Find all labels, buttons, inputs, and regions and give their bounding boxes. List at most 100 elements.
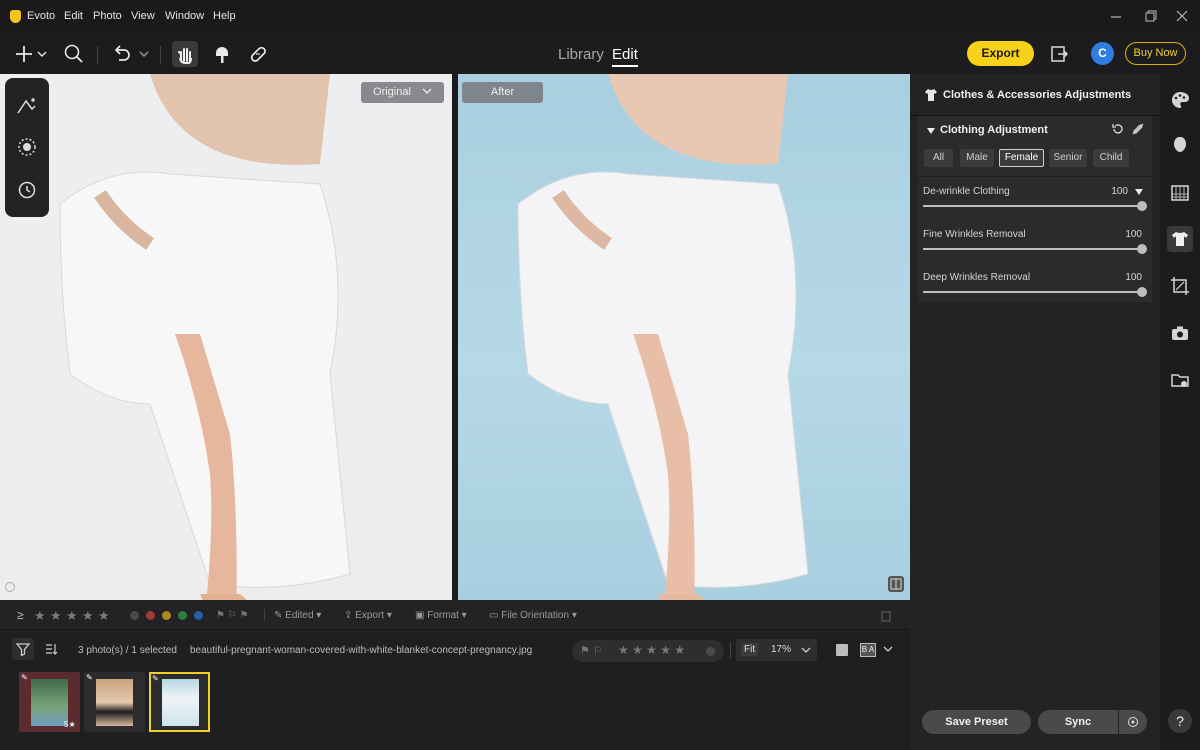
- clothes-icon[interactable]: [1167, 226, 1193, 252]
- slider-label-dewrinkle: De-wrinkle Clothing: [923, 186, 1010, 197]
- slider-track-dewrinkle[interactable]: [923, 205, 1143, 207]
- original-photo: Original: [0, 74, 452, 600]
- slider-knob-fine-wrinkles[interactable]: [1137, 244, 1147, 254]
- sync-button[interactable]: Sync: [1038, 710, 1118, 734]
- segment-male[interactable]: Male: [960, 149, 994, 167]
- save-preset-button[interactable]: Save Preset: [922, 710, 1031, 734]
- buy-now-button[interactable]: Buy Now: [1125, 42, 1186, 65]
- star-filter-4[interactable]: ★: [82, 608, 94, 624]
- after-photo: After: [458, 74, 910, 600]
- segment-all[interactable]: All: [924, 149, 953, 167]
- fit-button[interactable]: Fit: [741, 643, 759, 656]
- segment-female[interactable]: Female: [999, 149, 1044, 167]
- filter-divider: [264, 609, 265, 621]
- slider-track-deep-wrinkles[interactable]: [923, 291, 1143, 293]
- crop-icon[interactable]: [1169, 275, 1191, 297]
- avatar[interactable]: C: [1091, 42, 1114, 65]
- filmstrip-area: ≥ ★ ★ ★ ★ ★ ⚑ ⚐ ⚑ ✎ Edited ▾ ⇪ Export ▾ …: [0, 600, 910, 750]
- slider-knob-dewrinkle[interactable]: [1137, 201, 1147, 211]
- star-filter-3[interactable]: ★: [66, 608, 78, 624]
- search-icon[interactable]: [62, 42, 86, 66]
- tab-edit[interactable]: Edit: [612, 46, 638, 67]
- slider-value-deep-wrinkles[interactable]: 100: [1102, 272, 1142, 283]
- restore-icon[interactable]: [1142, 8, 1158, 24]
- star-filter-1[interactable]: ★: [34, 608, 46, 624]
- photo-canvas[interactable]: Original After: [0, 74, 910, 600]
- menu-view[interactable]: View: [131, 10, 155, 22]
- hand-tool-icon[interactable]: [172, 41, 198, 67]
- original-label[interactable]: Original: [361, 82, 444, 103]
- left-tool-panel: [5, 78, 49, 217]
- sync-settings-icon[interactable]: [1119, 710, 1147, 734]
- bandage-icon[interactable]: [246, 42, 270, 66]
- flag-icon[interactable]: ⚑ ⚐: [580, 644, 603, 657]
- file-orientation-filter[interactable]: ▭ File Orientation ▾: [489, 610, 577, 621]
- folder-view-icon[interactable]: [1169, 369, 1191, 391]
- export-button[interactable]: Export: [967, 41, 1034, 66]
- segment-child[interactable]: Child: [1093, 149, 1129, 167]
- scene-adjust-icon[interactable]: [15, 94, 39, 118]
- expand-triangle-icon[interactable]: [1134, 187, 1144, 199]
- menu-photo[interactable]: Photo: [93, 10, 122, 22]
- zoom-level[interactable]: 17%: [771, 644, 791, 655]
- sort-icon[interactable]: [44, 642, 58, 659]
- slider-value-fine-wrinkles[interactable]: 100: [1102, 229, 1142, 240]
- radial-mask-icon[interactable]: [15, 135, 39, 159]
- brush-tool-icon[interactable]: [210, 42, 234, 66]
- chevron-down-icon: [422, 88, 432, 94]
- background-icon[interactable]: [1169, 182, 1191, 204]
- disable-effect-icon[interactable]: [1131, 122, 1145, 139]
- view-mode-chevron-icon[interactable]: [882, 643, 894, 658]
- slider-track-fine-wrinkles[interactable]: [923, 248, 1143, 250]
- compare-view-icon[interactable]: [888, 576, 904, 592]
- thumbnail-2[interactable]: ✎: [84, 672, 145, 732]
- chevron-down-icon[interactable]: [35, 42, 49, 66]
- color-filter-red[interactable]: [146, 611, 155, 620]
- edited-filter[interactable]: ✎ Edited ▾: [274, 610, 321, 621]
- star-rating[interactable]: ★ ★ ★ ★ ★: [618, 643, 685, 657]
- color-label-dot[interactable]: [706, 647, 715, 656]
- single-view-icon[interactable]: [836, 644, 848, 656]
- filter-icon[interactable]: [12, 638, 34, 660]
- flag-filter-icon[interactable]: ⚑ ⚐ ⚑: [216, 610, 248, 621]
- title-bar: Evoto Edit Photo View Window Help: [0, 0, 1200, 34]
- minimize-icon[interactable]: [1108, 8, 1124, 24]
- face-icon[interactable]: [1169, 134, 1191, 156]
- slider-knob-deep-wrinkles[interactable]: [1137, 287, 1147, 297]
- star-filter-2[interactable]: ★: [50, 608, 62, 624]
- color-filter-none[interactable]: [130, 611, 139, 620]
- camera-icon[interactable]: [1169, 322, 1191, 344]
- menu-window[interactable]: Window: [165, 10, 204, 22]
- undo-icon[interactable]: [109, 42, 133, 66]
- trash-icon[interactable]: [880, 609, 892, 625]
- slider-value-dewrinkle[interactable]: 100: [1088, 186, 1128, 197]
- panel-header: Clothes & Accessories Adjustments: [910, 74, 1160, 116]
- export-filter[interactable]: ⇪ Export ▾: [344, 610, 392, 621]
- thumbnail-3-selected[interactable]: ✎: [149, 672, 210, 732]
- color-filter-green[interactable]: [178, 611, 187, 620]
- add-icon[interactable]: [12, 42, 36, 66]
- history-icon[interactable]: [15, 178, 39, 202]
- zoom-chevron-icon[interactable]: [800, 645, 812, 658]
- tab-library[interactable]: Library: [558, 46, 604, 63]
- import-export-panel-icon[interactable]: [1047, 42, 1071, 66]
- before-after-icon[interactable]: B A: [860, 643, 876, 657]
- segment-senior[interactable]: Senior: [1049, 149, 1087, 167]
- menu-help[interactable]: Help: [213, 10, 236, 22]
- color-filter-blue[interactable]: [194, 611, 203, 620]
- thumbnail-1[interactable]: ✎ 5★: [19, 672, 80, 732]
- collapse-triangle-icon[interactable]: [926, 126, 936, 139]
- help-icon[interactable]: ?: [1168, 709, 1192, 733]
- divider: [918, 176, 1152, 177]
- info-icon[interactable]: [5, 582, 15, 592]
- close-icon[interactable]: [1174, 8, 1190, 24]
- menu-edit[interactable]: Edit: [64, 10, 83, 22]
- rating-filter-icon[interactable]: ≥: [17, 608, 24, 622]
- star-filter-5[interactable]: ★: [98, 608, 110, 624]
- group-title: Clothing Adjustment: [940, 124, 1048, 136]
- palette-icon[interactable]: [1169, 89, 1191, 111]
- reset-icon[interactable]: [1111, 122, 1125, 139]
- color-filter-yellow[interactable]: [162, 611, 171, 620]
- undo-history-chevron-icon[interactable]: [137, 42, 151, 66]
- format-filter[interactable]: ▣ Format ▾: [415, 610, 467, 621]
